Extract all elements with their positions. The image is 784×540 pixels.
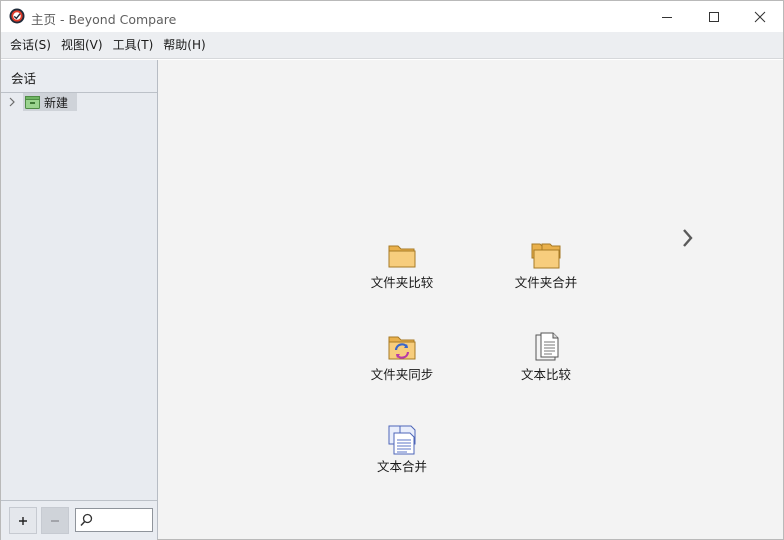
folder-icon — [388, 245, 416, 268]
sessions-sidebar: 会话 新建 — [1, 60, 158, 540]
menu-bar: 会话(S) 视图(V) 工具(T) 帮助(H) — [1, 32, 783, 59]
plus-icon — [19, 516, 27, 525]
menu-help[interactable]: 帮助(H) — [158, 32, 210, 59]
window-title: 主页 - Beyond Compare — [31, 12, 177, 27]
search-icon — [80, 513, 93, 527]
text-compare-tile[interactable]: 文本比较 — [481, 332, 611, 402]
folder-compare-tile[interactable]: 文件夹比较 — [337, 240, 467, 310]
folder-merge-icon — [531, 243, 561, 269]
tree-item-label: 新建 — [44, 96, 69, 110]
chevron-right-icon[interactable] — [7, 96, 17, 108]
tree-item-new[interactable]: 新建 — [5, 93, 155, 111]
menu-tools[interactable]: 工具(T) — [108, 32, 159, 59]
tile-label: 文本合并 — [376, 459, 427, 474]
home-panel: 文件夹比较 文件夹合并 文件夹同步 文本比较 文本合并 — [158, 60, 783, 539]
sidebar-footer — [1, 500, 157, 540]
maximize-button[interactable] — [691, 1, 737, 32]
minimize-icon — [662, 16, 672, 18]
tile-label: 文本比较 — [520, 367, 571, 382]
folder-sync-icon — [388, 336, 416, 360]
sidebar-header: 会话 — [1, 60, 157, 93]
tile-label: 文件夹同步 — [370, 367, 434, 382]
session-folder-icon — [25, 96, 40, 109]
app-window: 主页 - Beyond Compare 会话(S) 视图(V) 工具(T) 帮助… — [0, 0, 784, 540]
maximize-icon — [709, 11, 719, 22]
tile-label: 文件夹比较 — [370, 275, 434, 290]
next-page-button[interactable] — [678, 226, 698, 250]
session-search-input[interactable] — [96, 511, 150, 529]
session-search-box[interactable] — [75, 508, 153, 532]
folder-merge-tile[interactable]: 文件夹合并 — [481, 240, 611, 310]
remove-session-button[interactable] — [41, 507, 69, 534]
text-merge-icon — [388, 425, 416, 455]
text-document-icon — [535, 332, 559, 361]
title-bar[interactable]: 主页 - Beyond Compare — [1, 1, 783, 32]
menu-session[interactable]: 会话(S) — [5, 32, 56, 59]
minus-icon — [51, 519, 59, 522]
tile-label: 文件夹合并 — [514, 275, 578, 290]
chevron-right-icon — [683, 229, 693, 247]
beyond-compare-logo-icon — [9, 8, 25, 24]
minimize-button[interactable] — [644, 1, 690, 32]
folder-sync-tile[interactable]: 文件夹同步 — [337, 332, 467, 402]
text-merge-tile[interactable]: 文本合并 — [337, 424, 467, 494]
close-button[interactable] — [737, 1, 783, 32]
close-icon — [754, 11, 766, 22]
add-session-button[interactable] — [9, 507, 37, 534]
menu-view[interactable]: 视图(V) — [56, 32, 108, 59]
sidebar-title: 会话 — [11, 71, 37, 86]
